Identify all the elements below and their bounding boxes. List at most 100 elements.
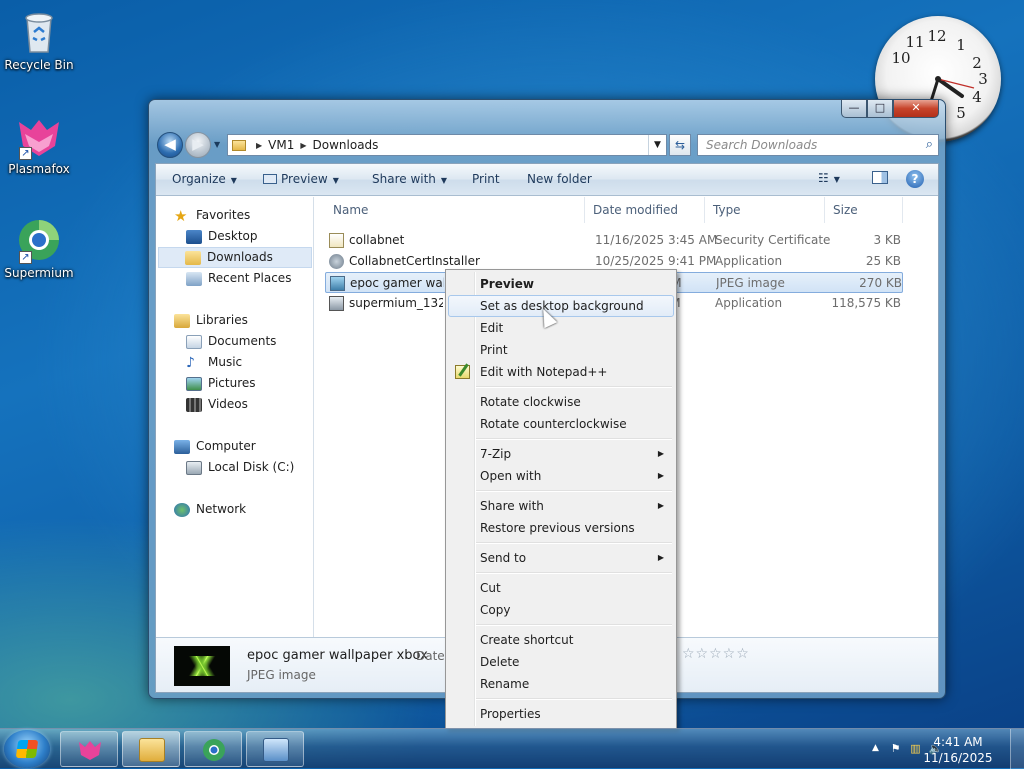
desktop-icon-plasmafox[interactable]: ↗ Plasmafox	[4, 112, 74, 176]
nav-desktop[interactable]: Desktop	[186, 226, 258, 247]
music-icon: ♪	[186, 354, 195, 371]
menu-item-rotate-clockwise[interactable]: Rotate clockwise	[448, 391, 674, 413]
show-desktop-button[interactable]	[1010, 729, 1024, 769]
column-header-date[interactable]: Date modified	[585, 197, 705, 223]
system-tray: ▲ ⚑ ▥ 🔈 4:41 AM 11/16/2025	[824, 729, 1024, 769]
file-size: 25 KB	[865, 254, 901, 268]
taskbar-plasmafox[interactable]	[60, 731, 118, 767]
menu-item-properties[interactable]: Properties	[448, 703, 674, 725]
certificate-icon	[329, 233, 344, 248]
nav-computer[interactable]: Computer	[174, 436, 256, 457]
file-size: 270 KB	[859, 276, 902, 290]
address-bar[interactable]: ▶ VM1 ▶ Downloads ▼	[227, 134, 667, 156]
caption-buttons: — □ ✕	[841, 100, 939, 118]
maximize-button[interactable]: □	[867, 100, 893, 118]
plasmafox-icon: ↗	[15, 112, 63, 160]
breadcrumb-separator[interactable]: ▶	[300, 141, 306, 150]
nav-favorites[interactable]: ★ Favorites	[174, 205, 250, 226]
file-name: collabnet	[349, 233, 405, 247]
action-center-icon[interactable]: ⚑	[888, 741, 903, 756]
taskbar-explorer[interactable]	[122, 731, 180, 767]
chevron-down-icon: ▼	[833, 175, 840, 184]
menu-separator	[476, 624, 672, 626]
taskbar-supermium[interactable]	[184, 731, 242, 767]
supermium-icon: ↗	[15, 216, 63, 264]
menu-item-rename[interactable]: Rename	[448, 673, 674, 695]
nav-downloads[interactable]: Downloads	[158, 247, 312, 268]
print-button[interactable]: Print	[472, 172, 500, 186]
nav-recent-places[interactable]: Recent Places	[186, 268, 291, 289]
desktop-icon-label: Recycle Bin	[4, 58, 74, 72]
installer-icon	[329, 254, 344, 269]
help-button[interactable]: ?	[906, 170, 924, 188]
menu-item-create-shortcut[interactable]: Create shortcut	[448, 629, 674, 651]
address-dropdown-button[interactable]: ▼	[648, 135, 666, 155]
taskbar-control-panel[interactable]	[246, 731, 304, 767]
menu-item-share-with[interactable]: Share with ▶	[448, 495, 674, 517]
close-button[interactable]: ✕	[893, 100, 939, 118]
nav-music[interactable]: ♪ Music	[186, 352, 242, 373]
taskbar: ▲ ⚑ ▥ 🔈 4:41 AM 11/16/2025	[0, 728, 1024, 769]
nav-network[interactable]: Network	[174, 499, 246, 520]
search-input[interactable]: Search Downloads ⌕	[697, 134, 939, 156]
nav-local-disk[interactable]: Local Disk (C:)	[186, 457, 294, 478]
new-folder-button[interactable]: New folder	[527, 172, 592, 186]
menu-item-open-with[interactable]: Open with ▶	[448, 465, 674, 487]
desktop-icon-recycle-bin[interactable]: Recycle Bin	[4, 8, 74, 72]
start-button[interactable]	[4, 730, 50, 768]
menu-item-edit-with-notepad[interactable]: Edit with Notepad++	[448, 361, 674, 383]
nav-videos[interactable]: Videos	[186, 394, 248, 415]
chevron-down-icon: ▼	[230, 176, 237, 185]
menu-item-send-to[interactable]: Send to ▶	[448, 547, 674, 569]
refresh-button[interactable]: ⇆	[669, 134, 691, 156]
nav-pictures[interactable]: Pictures	[186, 373, 256, 394]
menu-item-print[interactable]: Print	[448, 339, 674, 361]
application-icon	[329, 296, 344, 311]
column-header-size[interactable]: Size	[825, 197, 903, 223]
menu-item-preview[interactable]: Preview	[448, 273, 674, 295]
column-header-name[interactable]: Name	[325, 197, 585, 223]
breadcrumb-vm1[interactable]: VM1	[268, 138, 294, 152]
hard-disk-icon	[186, 460, 202, 475]
recent-pages-dropdown[interactable]: ▼	[214, 140, 220, 149]
menu-item-7zip[interactable]: 7-Zip ▶	[448, 443, 674, 465]
menu-item-copy[interactable]: Copy	[448, 599, 674, 621]
rating-stars[interactable]: ☆☆☆☆☆	[682, 646, 750, 662]
context-menu: Preview Set as desktop background Edit P…	[445, 269, 677, 729]
forward-button[interactable]: ▶	[185, 132, 211, 158]
downloads-folder-icon	[185, 250, 201, 265]
menu-separator	[476, 698, 672, 700]
menu-separator	[476, 572, 672, 574]
show-hidden-icons-button[interactable]: ▲	[868, 741, 883, 756]
clock-area[interactable]: 4:41 AM 11/16/2025	[918, 734, 998, 766]
menu-item-set-desktop-background[interactable]: Set as desktop background	[448, 295, 674, 317]
breadcrumb-separator[interactable]: ▶	[256, 141, 262, 150]
menu-item-delete[interactable]: Delete	[448, 651, 674, 673]
image-thumbnail	[174, 646, 230, 686]
forward-arrow-icon: ▶	[192, 135, 204, 153]
recycle-bin-icon	[15, 8, 63, 56]
refresh-icon: ⇆	[674, 138, 686, 152]
nav-libraries[interactable]: Libraries	[174, 310, 248, 331]
column-header-type[interactable]: Type	[705, 197, 825, 223]
minimize-button[interactable]: —	[841, 100, 867, 118]
desktop-icon-supermium[interactable]: ↗ Supermium	[4, 216, 74, 280]
view-options-button[interactable]: ☷ ▼	[818, 171, 840, 185]
organize-button[interactable]: Organize ▼	[172, 172, 237, 186]
menu-item-cut[interactable]: Cut	[448, 577, 674, 599]
menu-item-restore-previous-versions[interactable]: Restore previous versions	[448, 517, 674, 539]
menu-item-edit[interactable]: Edit	[448, 317, 674, 339]
share-with-button[interactable]: Share with ▼	[372, 172, 447, 186]
table-row[interactable]: collabnet 11/16/2025 3:45 AM Security Ce…	[325, 230, 903, 251]
back-arrow-icon: ◀	[164, 135, 176, 153]
desktop-icon-label: Supermium	[4, 266, 74, 280]
menu-item-rotate-counterclockwise[interactable]: Rotate counterclockwise	[448, 413, 674, 435]
computer-icon	[174, 439, 190, 454]
preview-button[interactable]: Preview ▼	[263, 172, 339, 186]
preview-pane-button[interactable]	[872, 171, 888, 187]
back-button[interactable]: ◀	[157, 132, 183, 158]
nav-documents[interactable]: Documents	[186, 331, 276, 352]
windows-logo-icon	[15, 740, 39, 758]
breadcrumb-downloads[interactable]: Downloads	[313, 138, 379, 152]
menu-separator	[476, 386, 672, 388]
